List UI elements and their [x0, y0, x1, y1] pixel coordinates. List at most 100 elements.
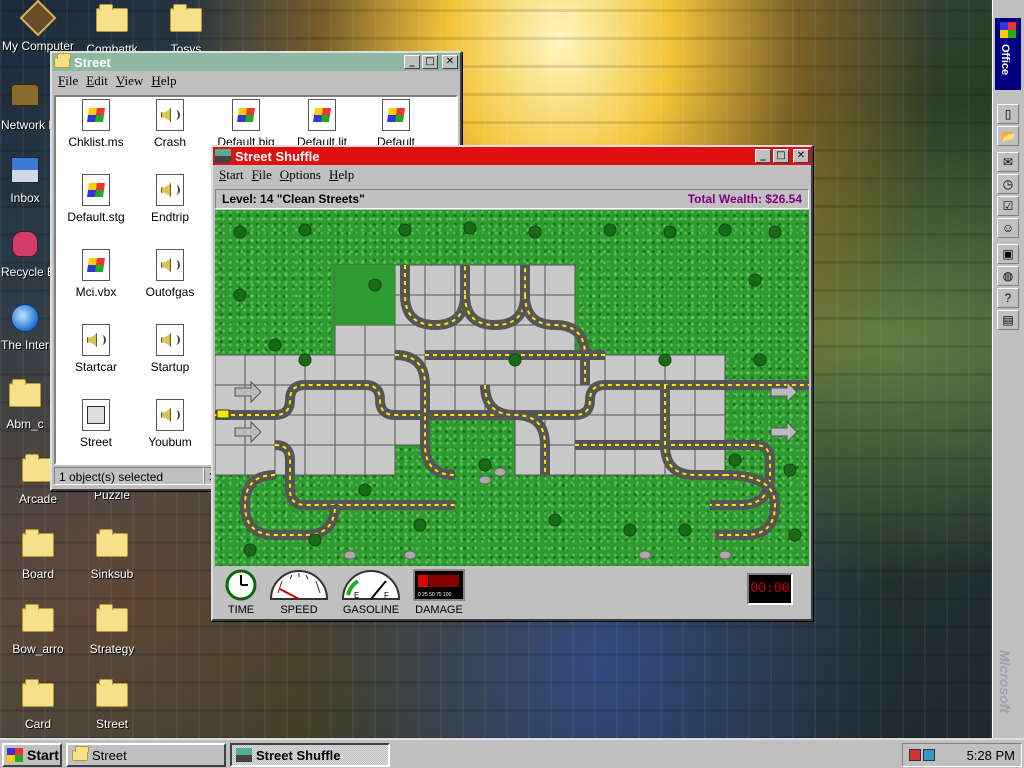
- close-button[interactable]: ✕: [793, 149, 809, 163]
- file-item[interactable]: Default.big: [208, 99, 284, 149]
- bookshelf-icon[interactable]: ▤: [997, 310, 1019, 330]
- desktop-icon-recycle-bin[interactable]: Recycle Bin: [0, 227, 50, 282]
- clock[interactable]: 5:28 PM: [967, 748, 1015, 763]
- bush-icon: [298, 223, 312, 237]
- file-item[interactable]: Startcar: [58, 324, 134, 374]
- globe-icon[interactable]: ◍: [997, 266, 1019, 286]
- folder-icon: [22, 604, 54, 640]
- contact-icon[interactable]: ☺: [997, 218, 1019, 238]
- file-item[interactable]: Startup: [132, 324, 208, 374]
- road-tile[interactable]: [364, 324, 396, 356]
- menu-edit[interactable]: Edit: [84, 73, 114, 89]
- desktop-icon-street[interactable]: Street: [74, 677, 150, 734]
- folder-icon: [170, 4, 202, 40]
- dashboard: TIME SPEED E F GASOLINE 0 25 50 75 100 D…: [215, 569, 809, 617]
- close-button[interactable]: ✕: [442, 55, 458, 69]
- road-tile[interactable]: [304, 444, 336, 476]
- menu-view[interactable]: View: [114, 73, 149, 89]
- new-document-icon[interactable]: ▯: [997, 104, 1019, 124]
- internet-globe-icon: [9, 304, 41, 336]
- file-item[interactable]: Chklist.ms: [58, 99, 134, 149]
- windows-file-icon: [82, 174, 110, 206]
- desktop-icon-the-internet[interactable]: The Internet: [0, 302, 50, 355]
- file-item[interactable]: Street: [58, 399, 134, 449]
- fuel-gauge-icon: E F: [341, 570, 401, 600]
- road-tile[interactable]: [244, 354, 276, 386]
- road-tile[interactable]: [334, 414, 366, 446]
- bush-icon: [528, 225, 542, 239]
- damage-gauge: 0 25 50 75 100 DAMAGE: [411, 569, 467, 616]
- road-tile[interactable]: [334, 444, 366, 476]
- desktop-icon-board[interactable]: Board: [0, 527, 76, 584]
- road-tile[interactable]: [364, 444, 396, 476]
- open-document-icon[interactable]: 📂: [997, 126, 1019, 146]
- menu-help[interactable]: Help: [149, 73, 182, 89]
- file-item[interactable]: Outofgas: [132, 249, 208, 299]
- file-item[interactable]: Default.lit: [284, 99, 360, 149]
- folder-icon: [96, 679, 128, 715]
- desktop-icon-sinksub[interactable]: Sinksub: [74, 527, 150, 584]
- minimize-button[interactable]: _: [755, 149, 771, 163]
- road-tile[interactable]: [424, 264, 456, 296]
- windows-file-icon: [382, 99, 410, 131]
- road-tile[interactable]: [484, 264, 516, 296]
- maximize-button[interactable]: □: [422, 55, 438, 69]
- menu-start[interactable]: Start: [217, 167, 250, 183]
- book-icon[interactable]: ▣: [997, 244, 1019, 264]
- office-menu-button[interactable]: Office: [995, 18, 1021, 90]
- windows-file-icon: [232, 99, 260, 131]
- road-tile[interactable]: [334, 324, 366, 356]
- road-tiles-layer[interactable]: [215, 210, 809, 566]
- file-item[interactable]: Default: [358, 99, 434, 149]
- file-item[interactable]: Default.stg: [58, 174, 134, 224]
- taskbar-street[interactable]: Street: [66, 743, 226, 767]
- desktop-icon-abm-c[interactable]: Abm_c: [0, 377, 50, 434]
- desktop-icon-inbox[interactable]: Inbox: [0, 153, 50, 208]
- road-tile[interactable]: [304, 414, 336, 446]
- road-tile[interactable]: [215, 354, 246, 386]
- display-icon[interactable]: [923, 749, 935, 761]
- windows-flag-icon: [7, 748, 23, 762]
- rock-icon: [493, 467, 507, 477]
- window-title: Street: [74, 54, 111, 70]
- folder-icon: [54, 53, 71, 69]
- street-window-titlebar[interactable]: Street _ □ ✕: [52, 53, 460, 71]
- help-icon[interactable]: ?: [997, 288, 1019, 308]
- menu-file[interactable]: File: [56, 73, 84, 89]
- task-icon[interactable]: ☑: [997, 196, 1019, 216]
- bush-icon: [658, 353, 672, 367]
- street-shuffle-app-icon: [215, 149, 231, 163]
- file-item[interactable]: Crash: [132, 99, 208, 149]
- menu-options[interactable]: Options: [278, 167, 327, 183]
- minimize-button[interactable]: _: [404, 55, 420, 69]
- desktop-icon-my-computer[interactable]: My Computer: [0, 0, 76, 56]
- folder-icon: [72, 745, 89, 761]
- road-tile[interactable]: [215, 444, 246, 476]
- send-mail-icon[interactable]: ✉: [997, 152, 1019, 172]
- file-item[interactable]: Youbum: [132, 399, 208, 449]
- schedule-icon[interactable]: ◷: [997, 174, 1019, 194]
- file-item[interactable]: Endtrip: [132, 174, 208, 224]
- system-tray: 5:28 PM: [902, 743, 1022, 767]
- taskbar-street-shuffle[interactable]: Street Shuffle: [230, 743, 390, 767]
- desktop-icon-strategy[interactable]: Strategy: [74, 602, 150, 659]
- shuffle-window-titlebar[interactable]: Street Shuffle _ □ ✕: [213, 147, 811, 165]
- volume-icon[interactable]: [909, 749, 921, 761]
- tray-icons[interactable]: [909, 749, 935, 761]
- street-shuffle-window[interactable]: Street Shuffle _ □ ✕ Start File Options …: [211, 145, 813, 621]
- menu-file[interactable]: File: [250, 167, 278, 183]
- bush-icon: [298, 353, 312, 367]
- bush-icon: [398, 223, 412, 237]
- file-item[interactable]: Mci.vbx: [58, 249, 134, 299]
- menu-help[interactable]: Help: [327, 167, 360, 183]
- road-tile[interactable]: [544, 264, 576, 296]
- desktop-icon-bow-arro[interactable]: Bow_arro: [0, 602, 76, 659]
- bush-icon: [368, 278, 382, 292]
- rock-icon: [638, 550, 652, 560]
- game-board[interactable]: [215, 210, 809, 566]
- bush-icon: [268, 338, 282, 352]
- maximize-button[interactable]: □: [773, 149, 789, 163]
- start-button[interactable]: Start: [2, 743, 62, 767]
- desktop-icon-card[interactable]: Card: [0, 677, 76, 734]
- desktop-icon-network-neighborhood[interactable]: Network Neighborhood: [0, 78, 50, 135]
